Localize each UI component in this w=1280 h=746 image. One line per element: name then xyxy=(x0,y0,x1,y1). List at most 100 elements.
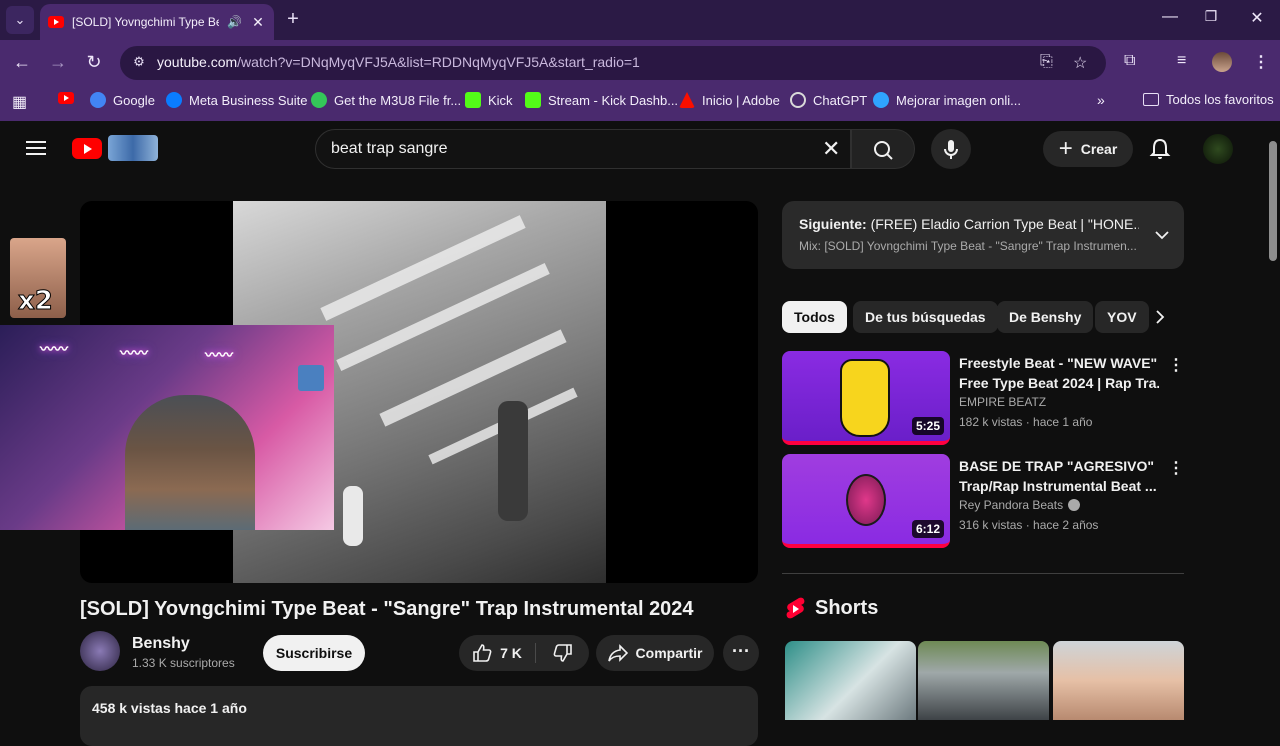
apps-grid-icon[interactable]: ▦ xyxy=(12,92,27,112)
bookmark-label: Inicio | Adobe xyxy=(702,92,780,108)
all-bookmarks[interactable]: Todos los favoritos xyxy=(1143,92,1274,107)
install-app-icon[interactable]: ⎘ xyxy=(1040,53,1053,71)
forward-button[interactable]: → xyxy=(45,52,71,73)
meta-icon xyxy=(166,92,182,108)
url-text[interactable]: youtube.com/watch?v=DNqMyqVFJ5A&list=RDD… xyxy=(157,54,640,70)
thumbs-down-icon xyxy=(553,644,572,662)
scrollbar-thumb[interactable] xyxy=(1269,141,1277,261)
browser-chrome: ⌄ [SOLD] Yovngchimi Type Beat 🔊 ✕ + — ❐ … xyxy=(0,0,1280,121)
chevron-down-icon[interactable] xyxy=(1150,223,1174,247)
thumbs-up-icon xyxy=(473,644,492,662)
chip-benshy[interactable]: De Benshy xyxy=(997,301,1094,333)
create-button[interactable]: + Crear xyxy=(1043,131,1133,167)
minimize-button[interactable]: — xyxy=(1155,8,1185,26)
image-enhance-icon xyxy=(873,92,889,108)
chatgpt-icon xyxy=(790,92,806,108)
up-next-video-title: (FREE) Eladio Carrion Type Beat | "HONE.… xyxy=(870,216,1139,232)
recommendation-item[interactable]: 5:25 Freestyle Beat - "NEW WAVE" | Free T… xyxy=(782,351,1184,447)
new-tab-button[interactable]: + xyxy=(282,8,304,31)
profile-avatar[interactable] xyxy=(1212,52,1232,72)
chevron-right-icon[interactable] xyxy=(1148,305,1172,329)
tab-active[interactable]: [SOLD] Yovngchimi Type Beat 🔊 ✕ xyxy=(40,4,274,40)
more-bookmarks-icon[interactable]: » xyxy=(1097,92,1105,108)
recommendation-meta: 316 k vistas · hace 2 años xyxy=(959,518,1099,532)
address-bar[interactable]: ⚙ youtube.com/watch?v=DNqMyqVFJ5A&list=R… xyxy=(120,46,1106,80)
video-thumbnail[interactable]: 5:25 xyxy=(782,351,950,445)
plus-icon: + xyxy=(1058,135,1073,162)
voice-search-button[interactable] xyxy=(931,129,971,169)
description-box[interactable]: 458 k vistas hace 1 año xyxy=(80,686,758,746)
bookmark-google[interactable]: Google xyxy=(90,92,155,108)
more-actions-button[interactable]: ··· xyxy=(723,635,759,671)
media-control-icon[interactable]: ≡ xyxy=(1177,52,1186,70)
like-button[interactable]: 7 K xyxy=(459,635,535,671)
up-next-panel[interactable]: Siguiente: (FREE) Eladio Carrion Type Be… xyxy=(782,201,1184,269)
up-next-prefix: Siguiente: xyxy=(799,216,867,232)
bookmark-label: Kick xyxy=(488,92,513,108)
short-thumbnail[interactable] xyxy=(1053,641,1184,720)
bookmark-m3u8[interactable]: Get the M3U8 File fr... xyxy=(311,92,461,108)
search-button[interactable] xyxy=(851,129,915,169)
kebab-menu-icon[interactable]: ⋮ xyxy=(1168,458,1184,478)
notifications-bell-icon[interactable] xyxy=(1148,137,1172,161)
masthead: ✕ + Crear xyxy=(0,121,1264,177)
chip-busquedas[interactable]: De tus búsquedas xyxy=(853,301,998,333)
chip-todos[interactable]: Todos xyxy=(782,301,847,333)
bookmark-kick-dashboard[interactable]: Stream - Kick Dashb... xyxy=(525,92,678,108)
recommendation-channel[interactable]: EMPIRE BEATZ xyxy=(959,395,1046,409)
short-thumbnail[interactable] xyxy=(918,641,1049,720)
up-next-title: Siguiente: (FREE) Eladio Carrion Type Be… xyxy=(799,216,1139,232)
restore-button[interactable]: ❐ xyxy=(1196,8,1226,25)
youtube-logo-icon[interactable] xyxy=(72,138,102,159)
speaker-icon[interactable]: 🔊 xyxy=(227,15,242,29)
section-divider xyxy=(782,573,1184,574)
bookmarks-bar: ▦ Google Meta Business Suite Get the M3U… xyxy=(0,86,1280,114)
video-thumbnail[interactable]: 6:12 xyxy=(782,454,950,548)
short-thumbnail[interactable] xyxy=(785,641,916,720)
site-info-icon[interactable]: ⚙ xyxy=(130,54,148,72)
bookmark-meta[interactable]: Meta Business Suite xyxy=(166,92,308,108)
recommendation-channel[interactable]: Rey Pandora Beats xyxy=(959,498,1081,512)
neon-sign: 〰〰 xyxy=(120,345,148,361)
bookmark-kick[interactable]: Kick xyxy=(465,92,513,108)
browser-toolbar: ← → ↻ ⚙ youtube.com/watch?v=DNqMyqVFJ5A&… xyxy=(0,40,1280,86)
clear-search-icon[interactable]: ✕ xyxy=(822,136,840,162)
recommendation-title: Freestyle Beat - "NEW WAVE" | Free Type B… xyxy=(959,353,1159,393)
jester-character xyxy=(846,474,886,526)
menu-icon[interactable] xyxy=(26,141,46,155)
reload-button[interactable]: ↻ xyxy=(81,52,107,73)
channel-name[interactable]: Benshy xyxy=(132,635,190,653)
tab-close-icon[interactable]: ✕ xyxy=(250,14,266,31)
account-avatar[interactable] xyxy=(1203,134,1233,164)
close-window-button[interactable]: ✕ xyxy=(1242,8,1272,28)
youtube-doodle[interactable] xyxy=(108,135,158,161)
bookmark-chatgpt[interactable]: ChatGPT xyxy=(790,92,867,108)
title-line: Trap/Rap Instrumental Beat ... xyxy=(959,478,1157,494)
cartoon-character xyxy=(840,359,890,437)
performer-silhouette xyxy=(343,486,363,546)
tab-search-button[interactable]: ⌄ xyxy=(6,6,34,34)
recommendation-item[interactable]: 6:12 BASE DE TRAP "AGRESIVO" Trap/Rap Ins… xyxy=(782,454,1184,550)
chip-yov[interactable]: YOV xyxy=(1095,301,1149,333)
filter-chips: Todos De tus búsquedas De Benshy YOV xyxy=(782,301,1184,333)
browser-menu-icon[interactable]: ⋮ xyxy=(1253,52,1269,72)
bookmark-star-icon[interactable]: ☆ xyxy=(1073,53,1087,73)
search-box: ✕ xyxy=(315,129,851,169)
search-icon xyxy=(874,141,893,160)
dislike-button[interactable] xyxy=(536,635,589,671)
bookmark-adobe[interactable]: Inicio | Adobe xyxy=(679,92,780,108)
youtube-icon xyxy=(58,92,74,104)
bookmark-youtube[interactable] xyxy=(58,92,74,104)
subscribe-button[interactable]: Suscribirse xyxy=(263,635,365,671)
page-scrollbar[interactable] xyxy=(1266,121,1280,720)
bookmark-mejorar[interactable]: Mejorar imagen onli... xyxy=(873,92,1021,108)
back-button[interactable]: ← xyxy=(9,52,35,73)
share-button[interactable]: Compartir xyxy=(596,635,714,671)
extensions-icon[interactable]: ⧉ xyxy=(1124,52,1135,70)
channel-avatar[interactable] xyxy=(80,631,120,671)
streamer-webcam: 〰〰 〰〰 〰〰 xyxy=(0,325,334,530)
kick-sign xyxy=(298,365,324,391)
all-bookmarks-label: Todos los favoritos xyxy=(1166,92,1274,107)
search-input[interactable] xyxy=(331,140,811,158)
kebab-menu-icon[interactable]: ⋮ xyxy=(1168,355,1184,375)
